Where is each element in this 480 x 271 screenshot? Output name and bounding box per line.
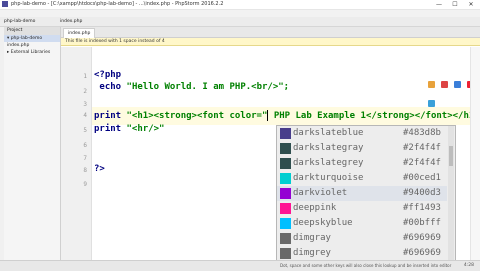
color-swatch (280, 158, 291, 169)
line-number: 4 (83, 112, 87, 119)
line-number: 1 (83, 73, 87, 80)
autocomplete-item[interactable]: darkslateblue #483d8b (277, 126, 447, 141)
code-line-5: print "<hr/>" (94, 124, 164, 134)
editor-scrollbar[interactable] (470, 47, 480, 260)
autocomplete-scrollbar[interactable] (448, 126, 454, 260)
firefox-icon[interactable] (428, 81, 435, 88)
color-name: darkturquoise (293, 173, 364, 183)
ie-icon[interactable] (454, 81, 462, 88)
breadcrumb-project[interactable]: php-lab-demo (4, 18, 35, 25)
line-number: 3 (83, 101, 87, 108)
line-number: 5 (83, 127, 87, 134)
safari-icon[interactable] (428, 100, 435, 107)
autocomplete-item[interactable]: darkturquoise #00ced1 (277, 171, 447, 186)
code-line-2: echo "Hello World. I am PHP.<br/>"; (94, 82, 289, 92)
color-swatch (280, 248, 291, 259)
maximize-button[interactable]: ☐ (448, 0, 462, 9)
color-autocomplete-popup: darkslateblue #483d8b darkslategray #2f4… (276, 125, 456, 261)
color-hex: #00ced1 (403, 173, 441, 183)
code-line-1: <?php (94, 70, 122, 80)
project-panel: Project ▾ php-lab-demo index.php ▸ Exter… (4, 27, 61, 260)
indent-notice-banner: This file is indexed with 1 space instea… (61, 38, 480, 46)
code-line-8: ?> (94, 164, 105, 174)
line-number: 9 (83, 181, 87, 188)
line-number: 2 (83, 88, 87, 95)
autocomplete-item[interactable]: darkslategray #2f4f4f (277, 141, 447, 156)
editor-tab-bar: index.php (61, 27, 480, 38)
color-hex: #2f4f4f (403, 143, 441, 153)
color-name: darkslategray (293, 143, 364, 153)
line-number: 8 (83, 167, 87, 174)
editor-tab-index-php[interactable]: index.php (63, 28, 96, 38)
color-name: dimgrey (293, 248, 331, 258)
navigation-toolbar: php-lab-demo index.php (0, 17, 480, 33)
color-hex: #00bfff (403, 218, 441, 228)
status-bar: Dot, space and some other keys will also… (0, 260, 480, 271)
autocomplete-item-selected[interactable]: darkviolet #9400d3 (277, 186, 447, 201)
minimize-button[interactable]: — (432, 0, 446, 9)
color-hex: #696969 (403, 233, 441, 243)
code-string: "Hello World. I am PHP.<br/>"; (126, 82, 290, 92)
color-name: deeppink (293, 203, 337, 213)
color-name: darkviolet (293, 188, 348, 198)
autocomplete-item[interactable]: dimgray #696969 (277, 231, 447, 246)
project-tree-item-root[interactable]: ▾ php-lab-demo (4, 35, 60, 42)
project-tree-item-file[interactable]: index.php (4, 42, 60, 49)
phpstorm-logo-icon (2, 1, 8, 7)
close-button[interactable]: ✕ (464, 0, 478, 9)
color-name: dimgray (293, 233, 331, 243)
autocomplete-item[interactable]: deepskyblue #00bfff (277, 216, 447, 231)
breadcrumb-file[interactable]: index.php (60, 18, 82, 25)
color-swatch (280, 128, 291, 139)
color-hex: #483d8b (403, 128, 441, 138)
code-keyword-echo: echo (99, 82, 122, 92)
chrome-icon[interactable] (441, 81, 449, 88)
color-hex: #9400d3 (403, 188, 441, 198)
color-hex: #ff1493 (403, 203, 441, 213)
color-swatch (280, 233, 291, 244)
color-swatch (280, 143, 291, 154)
color-hex: #2f4f4f (403, 158, 441, 168)
menu-bar: File Edit View Navigate Code Refactor Ru… (0, 10, 480, 27)
project-panel-tab[interactable]: Project (4, 27, 60, 35)
color-swatch (280, 203, 291, 214)
code-line-4: print "<h1><strong><font color=" PHP Lab… (94, 110, 480, 121)
line-number: 7 (83, 155, 87, 162)
color-swatch (280, 188, 291, 199)
color-swatch (280, 218, 291, 229)
title-bar: php-lab-demo - [C:\xampp\htdocs\php-lab-… (0, 0, 480, 10)
code-keyword-print: print (94, 124, 122, 134)
toolbar-actions (377, 18, 477, 33)
autocomplete-item[interactable]: darkslategrey #2f4f4f (277, 156, 447, 171)
autocomplete-scrollbar-thumb[interactable] (449, 146, 453, 166)
code-string: "<hr/>" (126, 124, 165, 134)
code-keyword-print: print (94, 111, 122, 121)
autocomplete-item[interactable]: deeppink #ff1493 (277, 201, 447, 216)
code-string: "<h1><strong><font color=" (126, 111, 268, 121)
line-number-gutter: 1 2 3 4 5 6 7 8 9 (61, 47, 92, 260)
color-swatch (280, 173, 291, 184)
window-title: php-lab-demo - [C:\xampp\htdocs\php-lab-… (11, 1, 224, 7)
autocomplete-item[interactable]: dimgrey #696969 (277, 246, 447, 260)
code-string-rest: PHP Lab Example 1</strong></font></h1>"; (268, 111, 480, 121)
color-hex: #696969 (403, 248, 441, 258)
project-tree-item-external-libraries[interactable]: ▸ External Libraries (4, 49, 60, 56)
color-name: darkslategrey (293, 158, 364, 168)
color-name: darkslateblue (293, 128, 364, 138)
line-number: 6 (83, 142, 87, 149)
color-name: deepskyblue (293, 218, 353, 228)
